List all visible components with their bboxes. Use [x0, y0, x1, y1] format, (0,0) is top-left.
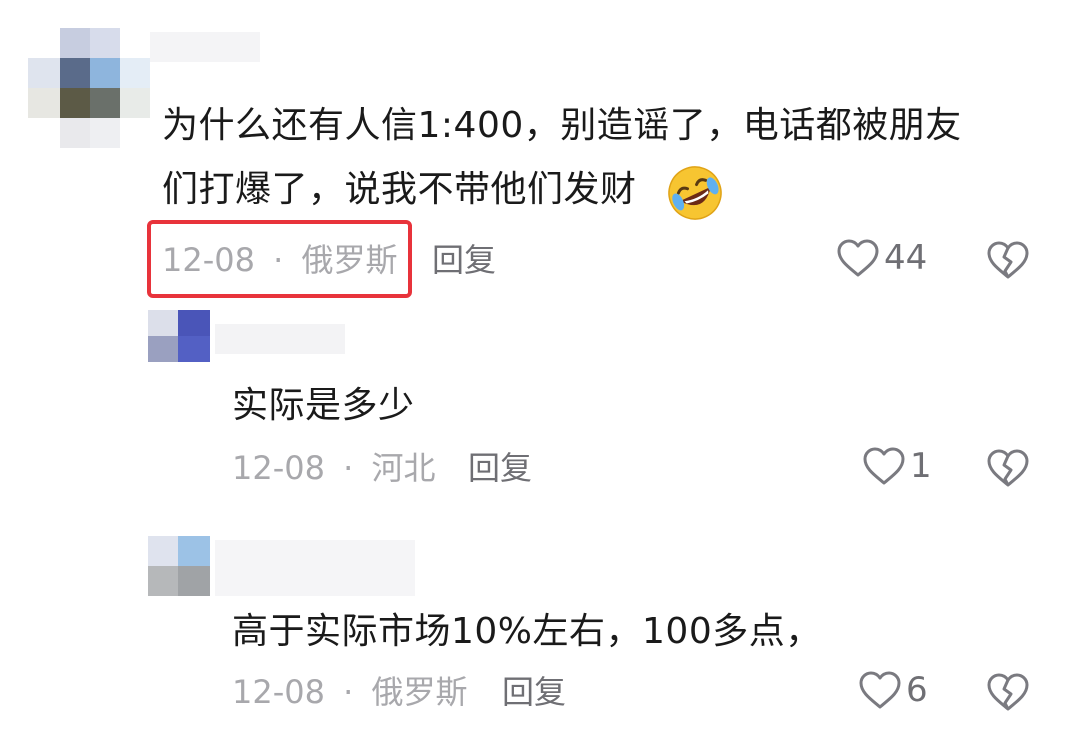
comment-date: 12-08	[162, 241, 255, 279]
like-button[interactable]: 6	[858, 670, 928, 710]
comment-text: 高于实际市场10%左右，100多点，	[232, 611, 822, 652]
avatar[interactable]	[148, 536, 210, 596]
broken-heart-icon[interactable]	[986, 672, 1030, 712]
comment-meta: 12-08 · 俄罗斯	[232, 672, 468, 712]
heart-outline-icon	[859, 671, 901, 709]
broken-heart-icon[interactable]	[986, 448, 1030, 488]
username-redacted[interactable]	[150, 32, 260, 62]
broken-heart-icon[interactable]	[986, 240, 1030, 280]
meta-separator: ·	[343, 449, 354, 487]
comment-date: 12-08	[232, 449, 325, 487]
comment-date: 12-08	[232, 673, 325, 711]
comment-text-line-2: 们打爆了，说我不带他们发财	[162, 169, 637, 210]
meta-separator: ·	[273, 241, 284, 279]
username-redacted[interactable]	[215, 324, 345, 354]
comment-location: 河北	[371, 449, 436, 487]
heart-outline-icon	[863, 447, 905, 485]
username-redacted[interactable]	[215, 540, 415, 596]
like-count: 1	[910, 446, 932, 486]
reply-button[interactable]: 回复	[502, 672, 566, 712]
avatar[interactable]	[148, 310, 210, 362]
comment-text: 实际是多少	[232, 385, 415, 426]
meta-separator: ·	[343, 673, 354, 711]
like-count: 44	[884, 238, 928, 278]
comment-text-line-1: 为什么还有人信1:400，别造谣了，电话都被朋友	[162, 105, 962, 146]
like-count: 6	[906, 670, 928, 710]
rolling-on-floor-laughing-emoji	[668, 166, 722, 220]
like-button[interactable]: 44	[836, 238, 927, 278]
comment-meta: 12-08 · 河北	[232, 448, 436, 488]
comment-meta: 12-08 · 俄罗斯	[162, 240, 398, 280]
avatar[interactable]	[28, 28, 150, 150]
like-button[interactable]: 1	[862, 446, 932, 486]
heart-outline-icon	[837, 239, 879, 277]
reply-button[interactable]: 回复	[432, 240, 496, 280]
comment-location: 俄罗斯	[301, 241, 398, 279]
comment-location: 俄罗斯	[371, 673, 468, 711]
reply-button[interactable]: 回复	[468, 448, 532, 488]
